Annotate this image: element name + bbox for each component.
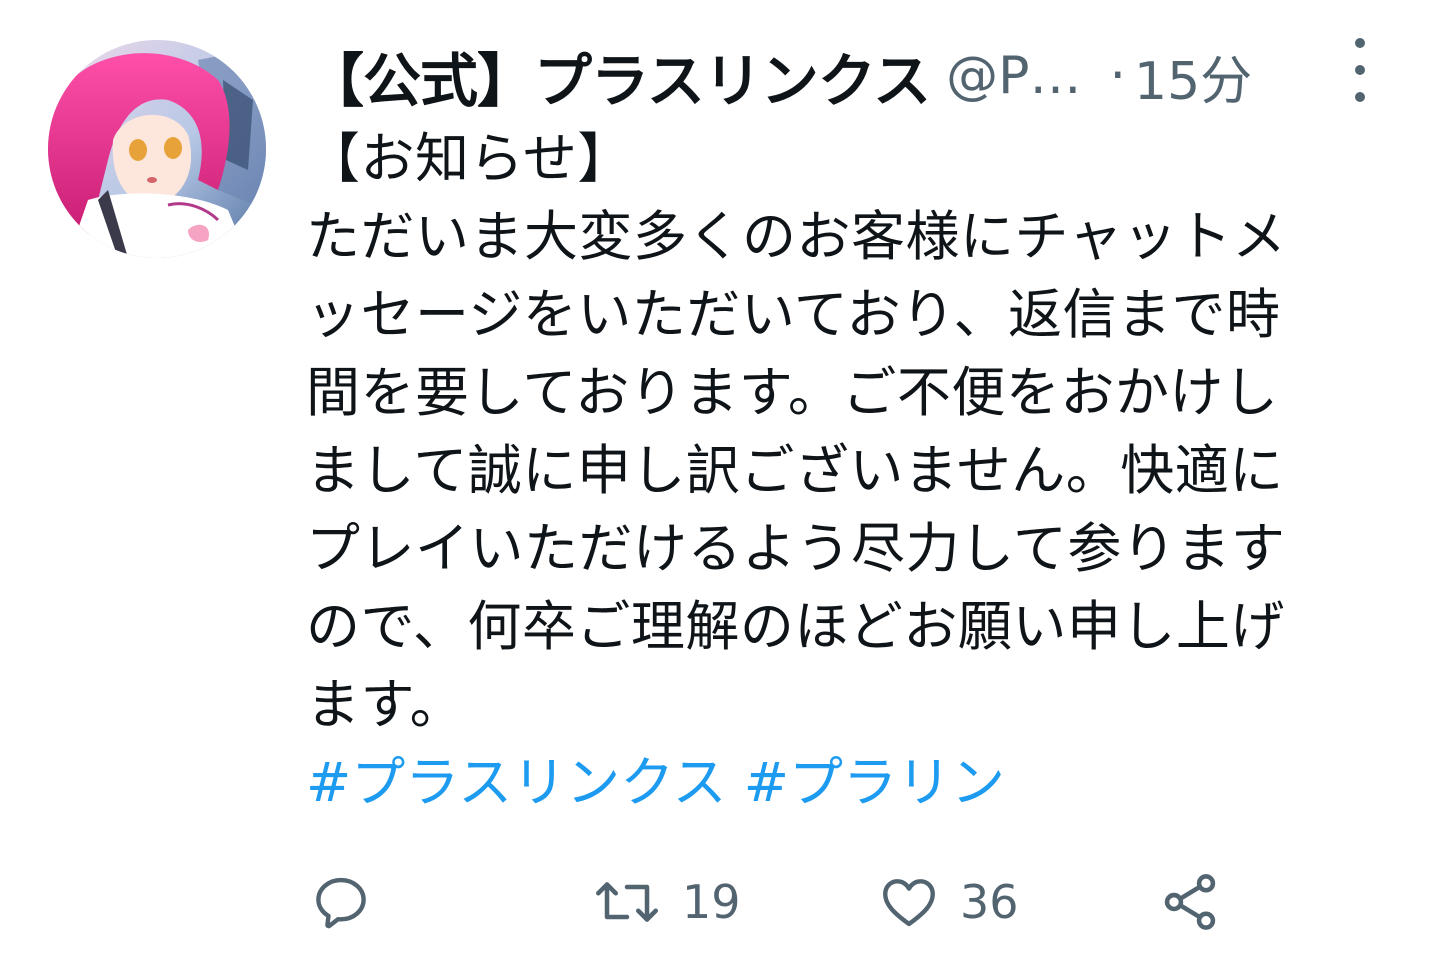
more-dot xyxy=(1355,92,1365,102)
more-dot xyxy=(1355,65,1365,75)
reply-icon xyxy=(316,877,366,929)
action-bar: 19 36 xyxy=(306,862,1406,942)
hashtag-link[interactable]: #プラスリンクス xyxy=(306,751,727,814)
tweet-text-line: ます。 xyxy=(306,673,465,736)
avatar-image xyxy=(48,40,266,258)
more-options-icon[interactable] xyxy=(1338,38,1382,102)
tweet: 【公式】プラスリンクス @P… · 15分 【お知らせ】 ただいま大変多くのお客… xyxy=(0,0,1440,977)
avatar[interactable] xyxy=(48,40,266,258)
hashtags: #プラスリンクス #プラリン xyxy=(306,744,1005,822)
reply-button[interactable] xyxy=(310,862,372,942)
like-count: 36 xyxy=(960,875,1019,929)
tweet-text-line: 【お知らせ】 xyxy=(306,127,632,190)
retweet-count: 19 xyxy=(682,875,741,929)
share-button[interactable] xyxy=(1158,862,1222,942)
retweet-icon xyxy=(596,882,658,922)
tweet-text-line: ただいま大変多くのお客様にチャットメ xyxy=(306,205,1287,268)
share-icon xyxy=(1164,874,1216,930)
more-dot xyxy=(1355,38,1365,48)
tweet-text-line: ッセージをいただいており、返信まで時 xyxy=(306,283,1281,346)
hashtag-link[interactable]: #プラリン xyxy=(744,751,1005,814)
like-button[interactable]: 36 xyxy=(878,862,1019,942)
tweet-text-line: プレイいただけるよう尽力して参ります xyxy=(306,517,1286,580)
tweet-text-line: 間を要しております。ご不便をおかけし xyxy=(306,361,1279,424)
tweet-header: 【公式】プラスリンクス @P… · 15分 xyxy=(306,36,1440,116)
user-handle[interactable]: @P… xyxy=(946,46,1081,106)
separator-dot: · xyxy=(1109,46,1126,106)
display-name[interactable]: 【公式】プラスリンクス xyxy=(306,34,931,118)
tweet-text-line: ので、何卒ご理解のほどお願い申し上げ xyxy=(306,595,1285,658)
tweet-text-line: まして誠に申し訳ございません。快適に xyxy=(306,439,1284,502)
retweet-button[interactable]: 19 xyxy=(592,862,741,942)
tweet-text: 【お知らせ】 ただいま大変多くのお客様にチャットメ ッセージをいただいており、返… xyxy=(306,120,1406,744)
heart-icon xyxy=(883,879,935,927)
timestamp[interactable]: 15分 xyxy=(1134,39,1252,114)
